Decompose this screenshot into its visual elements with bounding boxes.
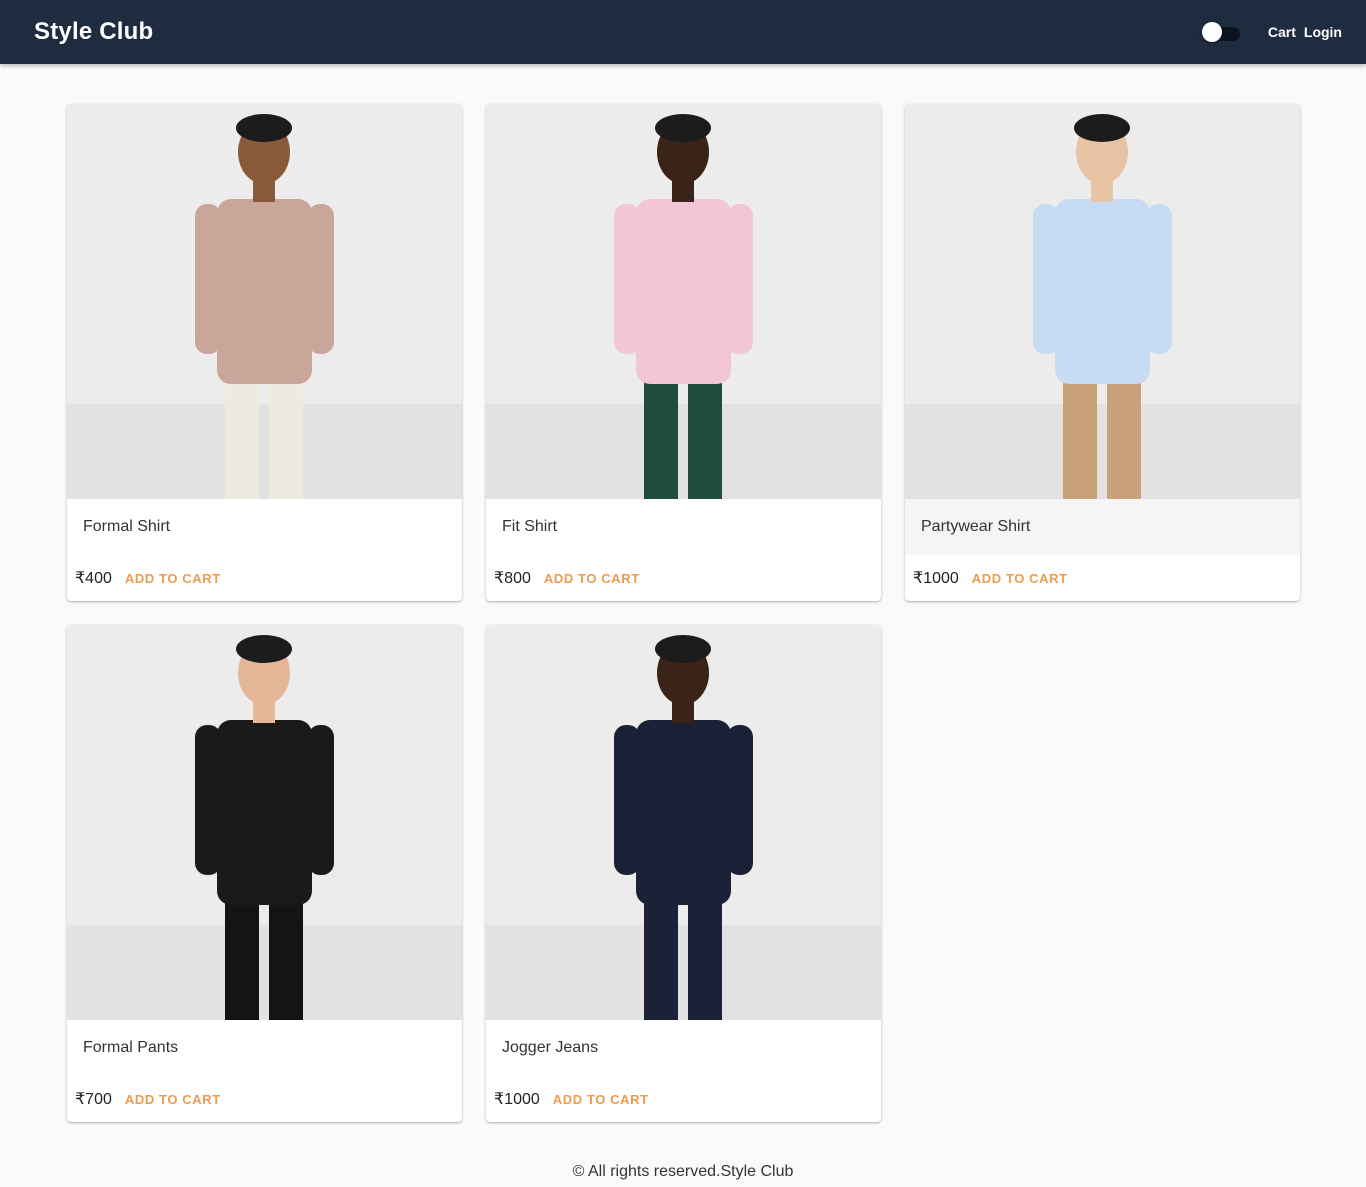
- model-illustration: [486, 625, 881, 1020]
- product-price: ₹1000: [494, 1091, 540, 1108]
- model-illustration: [67, 625, 462, 1020]
- product-image[interactable]: [486, 625, 881, 1020]
- product-price: ₹700: [75, 1091, 112, 1108]
- model-illustration: [486, 104, 881, 499]
- product-card[interactable]: Formal Pants ₹700 ADD TO CART: [67, 625, 462, 1122]
- cart-link[interactable]: Cart: [1268, 24, 1296, 40]
- product-card[interactable]: Fit Shirt ₹800 ADD TO CART: [486, 104, 881, 601]
- product-image[interactable]: [67, 625, 462, 1020]
- add-to-cart-button[interactable]: ADD TO CART: [553, 1092, 649, 1107]
- card-actions: ₹1000 ADD TO CART: [905, 555, 1300, 601]
- card-actions: ₹1000 ADD TO CART: [486, 1076, 881, 1122]
- add-to-cart-button[interactable]: ADD TO CART: [972, 571, 1068, 586]
- model-illustration: [67, 104, 462, 499]
- card-body: Formal Pants: [67, 1020, 462, 1076]
- app-bar: Style Club Cart Login: [0, 0, 1366, 64]
- add-to-cart-button[interactable]: ADD TO CART: [125, 1092, 221, 1107]
- product-card[interactable]: Partywear Shirt ₹1000 ADD TO CART: [905, 104, 1300, 601]
- product-image[interactable]: [486, 104, 881, 499]
- card-body: Partywear Shirt: [905, 499, 1300, 555]
- product-name: Formal Pants: [83, 1039, 179, 1056]
- card-actions: ₹400 ADD TO CART: [67, 555, 462, 601]
- product-price: ₹1000: [913, 570, 959, 587]
- brand-title[interactable]: Style Club: [34, 18, 153, 46]
- card-actions: ₹800 ADD TO CART: [486, 555, 881, 601]
- product-price: ₹400: [75, 570, 112, 587]
- product-grid: Formal Shirt ₹400 ADD TO CART Fit Shirt …: [67, 104, 1300, 1122]
- product-name: Fit Shirt: [502, 518, 558, 535]
- theme-toggle-switch[interactable]: [1201, 20, 1240, 44]
- card-actions: ₹700 ADD TO CART: [67, 1076, 462, 1122]
- card-body: Jogger Jeans: [486, 1020, 881, 1076]
- toggle-thumb: [1201, 22, 1222, 42]
- product-card[interactable]: Jogger Jeans ₹1000 ADD TO CART: [486, 625, 881, 1122]
- add-to-cart-button[interactable]: ADD TO CART: [125, 571, 221, 586]
- product-card[interactable]: Formal Shirt ₹400 ADD TO CART: [67, 104, 462, 601]
- app-bar-actions: Cart Login: [1201, 20, 1342, 44]
- product-price: ₹800: [494, 570, 531, 587]
- add-to-cart-button[interactable]: ADD TO CART: [544, 571, 640, 586]
- model-illustration: [905, 104, 1300, 499]
- product-name: Partywear Shirt: [921, 518, 1031, 535]
- card-body: Formal Shirt: [67, 499, 462, 555]
- product-name: Jogger Jeans: [502, 1039, 599, 1056]
- login-link[interactable]: Login: [1304, 24, 1342, 40]
- product-name: Formal Shirt: [83, 518, 171, 535]
- footer-copyright: © All rights reserved.Style Club: [572, 1163, 794, 1180]
- card-body: Fit Shirt: [486, 499, 881, 555]
- product-image[interactable]: [67, 104, 462, 499]
- product-image[interactable]: [905, 104, 1300, 499]
